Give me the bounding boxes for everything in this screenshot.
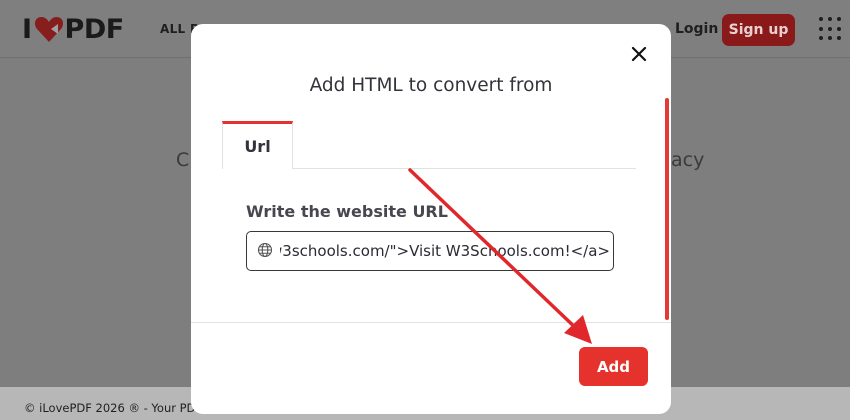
url-field-label: Write the website URL — [246, 202, 448, 221]
heart-icon — [34, 17, 63, 42]
ilovepdf-logo[interactable]: I PDF — [22, 13, 125, 45]
login-link[interactable]: Login — [675, 21, 718, 37]
grid-icon[interactable] — [819, 17, 843, 41]
close-icon — [631, 46, 647, 62]
modal-footer-divider — [191, 322, 671, 323]
globe-icon — [257, 242, 273, 258]
add-html-modal: Add HTML to convert from Url Write the w… — [191, 24, 671, 414]
url-input-value: <a href="https://www.w3schools.com/">Vis… — [280, 232, 610, 270]
background-text-left: C — [176, 149, 190, 171]
close-button[interactable] — [627, 42, 651, 66]
url-value-text: <a href="https://www.w3schools.com/">Vis… — [280, 242, 610, 260]
modal-scrollbar[interactable] — [665, 98, 669, 320]
signup-button[interactable]: Sign up — [722, 14, 795, 46]
logo-text-pdf: PDF — [64, 13, 125, 45]
tab-url[interactable]: Url — [222, 121, 293, 169]
url-input[interactable]: <a href="https://www.w3schools.com/">Vis… — [246, 231, 614, 271]
background-text-right: acy — [671, 149, 705, 171]
modal-title: Add HTML to convert from — [309, 75, 553, 96]
logo-letter-i: I — [22, 13, 32, 45]
add-button[interactable]: Add — [579, 347, 648, 386]
